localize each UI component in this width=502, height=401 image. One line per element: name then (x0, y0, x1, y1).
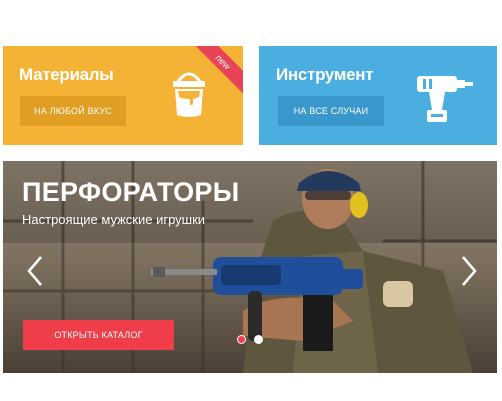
tools-button[interactable]: На все случаи (278, 96, 384, 126)
materials-title: Материалы (19, 65, 114, 84)
open-catalog-button[interactable]: Открыть каталог (23, 320, 174, 350)
tools-card[interactable]: Инструмент На все случаи (259, 46, 497, 145)
materials-button[interactable]: На любой вкус (20, 96, 126, 126)
slider-dot-1[interactable] (237, 335, 246, 344)
chevron-left-icon[interactable] (23, 251, 47, 291)
drill-icon (417, 76, 473, 122)
slider-subtitle: Настроящие мужские игрушки (22, 212, 206, 227)
paint-bucket-icon (173, 72, 205, 117)
slider-title: ПЕРФОРАТОРЫ (22, 177, 240, 207)
tools-title: Инструмент (276, 65, 374, 84)
hero-slider[interactable]: ПЕРФОРАТОРЫ Настроящие мужские игрушки О… (3, 161, 497, 373)
materials-card[interactable]: Материалы На любой вкус new (3, 46, 243, 145)
slider-dot-2[interactable] (254, 335, 263, 344)
chevron-right-icon[interactable] (457, 251, 481, 291)
